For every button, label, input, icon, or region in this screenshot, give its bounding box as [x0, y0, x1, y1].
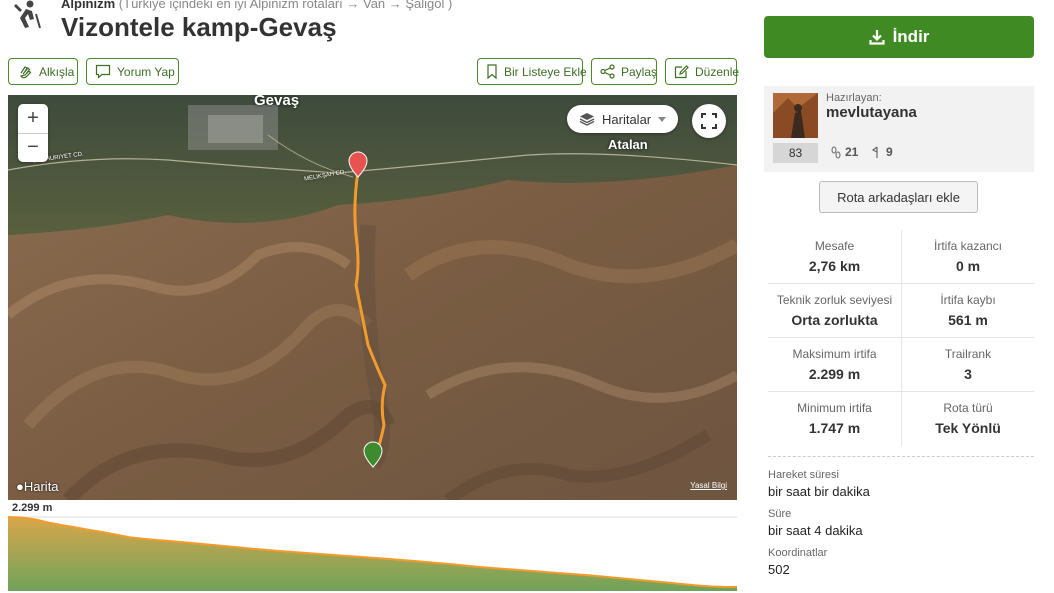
stat-trailrank: Trailrank 3	[901, 338, 1034, 391]
share-button[interactable]: Paylaş	[591, 58, 657, 85]
download-button[interactable]: İndir	[764, 16, 1034, 58]
attribution-text: Harita	[23, 479, 59, 494]
legal-link[interactable]: Yasal Bilgi	[690, 481, 727, 490]
stat-elevation-loss: İrtifa kaybı 561 m	[901, 284, 1034, 337]
add-to-list-button[interactable]: Bir Listeye Ekle	[477, 58, 587, 85]
stat-value: Tek Yönlü	[935, 420, 1001, 436]
moving-time-label: Hareket süresi	[768, 469, 839, 481]
satellite-terrain	[8, 95, 737, 500]
followers-count: 21	[845, 145, 859, 159]
place-label-atalan: Atalan	[608, 137, 648, 152]
bookmark-icon	[487, 64, 497, 79]
breadcrumb: Alpinizm (Türkiye içindeki en iyi Alpini…	[61, 0, 452, 11]
elevation-max-label: 2.299 m	[12, 502, 53, 514]
zoom-in-button[interactable]: +	[18, 104, 48, 133]
apple-logo-icon: ●	[16, 479, 24, 494]
zoom-control: + −	[18, 104, 48, 162]
stats-row: Minimum irtifa 1.747 m Rota türü Tek Yön…	[768, 392, 1034, 446]
edit-icon	[674, 65, 689, 79]
avatar-image	[773, 93, 818, 138]
stats-table: Mesafe 2,76 km İrtifa kazancı 0 m Teknik…	[768, 230, 1034, 446]
layers-icon	[579, 113, 595, 126]
map-layers-button[interactable]: Haritalar	[567, 105, 679, 133]
climbing-icon	[14, 0, 41, 29]
edit-label: Düzenle	[695, 64, 740, 79]
stat-elevation-gain: İrtifa kazancı 0 m	[901, 230, 1034, 283]
add-partners-button[interactable]: Rota arkadaşları ekle	[819, 181, 978, 213]
routes-stat: 9	[872, 145, 893, 159]
rank-badge: 83	[773, 143, 818, 163]
stats-row: Teknik zorluk seviyesi Orta zorlukta İrt…	[768, 284, 1034, 338]
stat-label: Trailrank	[944, 347, 992, 361]
stats-row: Mesafe 2,76 km İrtifa kazancı 0 m	[768, 230, 1034, 284]
author-card: 83 Hazırlayan: mevlutayana 21 9	[764, 86, 1034, 172]
share-icon	[600, 64, 615, 79]
stat-value: 561 m	[948, 312, 988, 328]
comment-button[interactable]: Yorum Yap	[86, 58, 179, 85]
stat-value: 0 m	[955, 258, 981, 274]
stat-label: Maksimum irtifa	[792, 347, 877, 361]
clap-button[interactable]: Alkışla	[8, 58, 78, 85]
clap-icon	[20, 65, 32, 78]
elevation-chart	[7, 516, 738, 591]
stat-value: Orta zorlukta	[791, 312, 878, 328]
comment-icon	[95, 64, 111, 79]
share-label: Paylaş	[621, 64, 658, 79]
stat-distance: Mesafe 2,76 km	[768, 230, 901, 283]
elevation-area	[8, 517, 737, 591]
fullscreen-button[interactable]	[692, 104, 726, 138]
map-attribution: ●Harita	[16, 479, 59, 494]
stat-value: 3	[964, 366, 972, 382]
duration-label: Süre	[768, 508, 792, 520]
stat-label: Rota türü	[943, 401, 993, 415]
stat-label: Minimum irtifa	[797, 401, 872, 415]
route-details: Hareket süresi bir saat bir dakika Süre …	[768, 456, 1034, 586]
coordinates-label: Koordinatlar	[768, 547, 828, 559]
flag-icon	[872, 146, 878, 158]
stat-min-elevation: Minimum irtifa 1.747 m	[768, 392, 901, 446]
stat-label: Teknik zorluk seviyesi	[776, 293, 893, 307]
add-to-list-label: Bir Listeye Ekle	[504, 64, 587, 79]
download-label: İndir	[892, 27, 930, 46]
stat-label: Mesafe	[814, 239, 855, 253]
route-map[interactable]: Gevaş Atalan CUMHURIYET CD. MELIKŞAH CD.…	[8, 95, 737, 500]
breadcrumb-category[interactable]: Alpinizm	[61, 0, 115, 11]
comment-label: Yorum Yap	[117, 64, 175, 79]
stat-max-elevation: Maksimum irtifa 2.299 m	[768, 338, 901, 391]
map-layers-label: Haritalar	[602, 111, 652, 127]
stat-difficulty: Teknik zorluk seviyesi Orta zorlukta	[768, 284, 901, 337]
author-name[interactable]: mevlutayana	[826, 104, 917, 121]
stat-value: 2.299 m	[808, 366, 861, 382]
duration-value: bir saat 4 dakika	[768, 523, 863, 538]
clap-label: Alkışla	[39, 64, 75, 79]
avatar[interactable]	[773, 93, 818, 138]
footsteps-icon	[831, 146, 841, 158]
stats-row: Maksimum irtifa 2.299 m Trailrank 3	[768, 338, 1034, 392]
followers-stat: 21	[831, 145, 858, 159]
page-title: Vizontele kamp-Gevaş	[61, 12, 337, 42]
stat-label: İrtifa kazancı	[933, 239, 1003, 253]
breadcrumb-path[interactable]: (Türkiye içindeki en iyi Alpinizm rotala…	[119, 0, 453, 11]
trail-page: Alpinizm (Türkiye içindeki en iyi Alpini…	[0, 0, 1054, 593]
elevation-profile[interactable]: 2.299 m	[7, 500, 738, 593]
place-label-gevas: Gevaş	[254, 95, 300, 109]
fullscreen-icon	[701, 113, 717, 129]
stat-label: İrtifa kaybı	[940, 293, 996, 307]
prepared-by-label: Hazırlayan:	[826, 92, 882, 104]
moving-time-value: bir saat bir dakika	[768, 484, 870, 499]
caret-down-icon	[658, 116, 667, 122]
stat-value: 2,76 km	[808, 258, 861, 274]
stat-value: 1.747 m	[808, 420, 861, 436]
edit-button[interactable]: Düzenle	[665, 58, 740, 85]
coordinates-value: 502	[768, 562, 790, 577]
download-icon	[868, 30, 885, 45]
zoom-out-button[interactable]: −	[18, 132, 48, 163]
routes-count: 9	[886, 145, 893, 159]
stat-route-type: Rota türü Tek Yönlü	[901, 392, 1034, 446]
